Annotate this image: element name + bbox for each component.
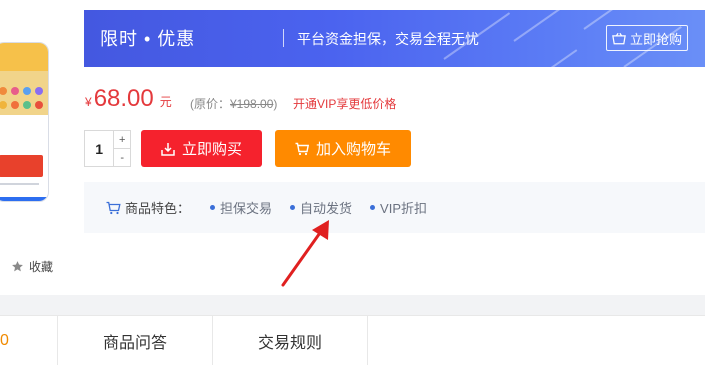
original-price: (原价：¥198.00) (190, 97, 278, 111)
feature-item: 自动发货 (290, 198, 352, 217)
feature-item: 担保交易 (210, 198, 272, 217)
product-detail-page: 收藏 限时 • 优惠 平台资金担保，交易全程无忧 立即抢购 ¥ 68.00 元 … (0, 0, 705, 365)
buy-now-label: 立即购买 (181, 141, 242, 158)
image-icon-grid (0, 87, 45, 117)
price-currency: ¥ (85, 95, 92, 109)
current-price: ¥ 68.00 元 (85, 85, 172, 113)
quantity-increment-button[interactable]: + (114, 131, 130, 149)
tab-count[interactable]: 0 (0, 316, 58, 365)
tab-trade-rules[interactable]: 交易规则 (213, 316, 368, 365)
basket-icon (612, 32, 626, 44)
promo-subtitle: 平台资金担保，交易全程无忧 (297, 31, 479, 47)
image-text-line (0, 183, 39, 185)
promo-title: 限时 • 优惠 (100, 29, 196, 49)
collect-button[interactable]: 收藏 (11, 257, 53, 275)
image-bottom-bar (0, 197, 48, 201)
star-icon (12, 260, 23, 271)
product-features: 商品特色： 担保交易 自动发货 VIP折扣 (84, 182, 705, 233)
promo-button-label: 立即抢购 (629, 31, 682, 47)
promo-banner: 限时 • 优惠 平台资金担保，交易全程无忧 立即抢购 (84, 10, 705, 67)
detail-tabs: 0 商品问答 交易规则 (0, 315, 705, 365)
annotation-arrow-icon (281, 220, 329, 287)
quantity-buttons: + - (114, 131, 130, 166)
collect-label: 收藏 (29, 259, 54, 274)
buy-now-button[interactable]: 立即购买 (141, 130, 262, 167)
quantity-stepper[interactable]: 1 + - (84, 130, 131, 167)
original-price-value: ¥198.00 (230, 97, 274, 111)
price-amount: 68.00 (93, 85, 154, 112)
image-header-band (0, 43, 48, 71)
download-box-icon (161, 142, 175, 156)
section-divider (0, 295, 705, 315)
quantity-input[interactable]: 1 (85, 131, 115, 166)
product-image[interactable] (0, 42, 49, 202)
vip-upgrade-link[interactable]: 开通VIP享更低价格 (293, 95, 396, 112)
tab-product-qa[interactable]: 商品问答 (58, 316, 213, 365)
cart-icon (295, 142, 309, 155)
buy-now-promo-button[interactable]: 立即抢购 (606, 25, 688, 51)
promo-divider (283, 29, 284, 47)
features-label: 商品特色： (125, 201, 191, 216)
quantity-decrement-button[interactable]: - (114, 149, 130, 166)
image-red-banner (0, 155, 43, 177)
cart-icon (106, 201, 121, 214)
price-unit: 元 (159, 95, 172, 109)
feature-item: VIP折扣 (370, 198, 427, 217)
add-to-cart-label: 加入购物车 (315, 141, 391, 158)
add-to-cart-button[interactable]: 加入购物车 (275, 130, 411, 167)
